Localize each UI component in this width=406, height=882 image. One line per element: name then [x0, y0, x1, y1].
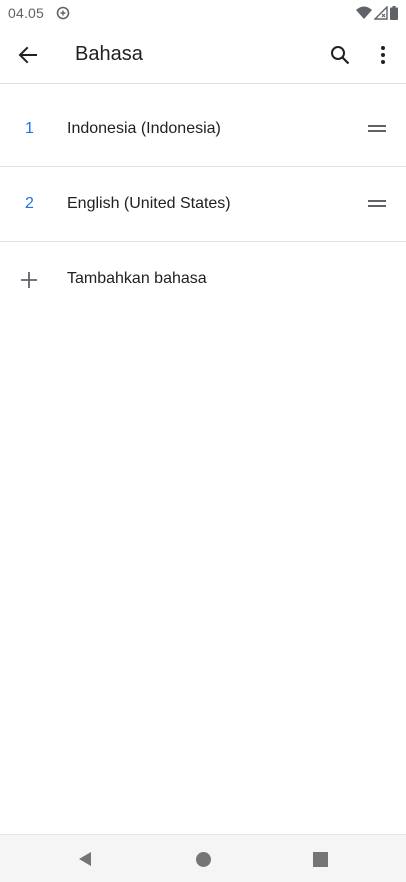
- drag-handle-icon[interactable]: [368, 200, 386, 208]
- status-icons: [356, 5, 398, 21]
- screen: 04.05 Bahasa 1 Indonesia (Indonesia) 2 E…: [0, 0, 406, 882]
- search-button[interactable]: [326, 41, 354, 69]
- add-language-button[interactable]: Tambahkan bahasa: [0, 242, 406, 318]
- data-saver-icon: [56, 6, 70, 20]
- arrow-back-icon: [18, 46, 37, 64]
- language-index: 2: [25, 195, 34, 212]
- language-name: Indonesia (Indonesia): [67, 120, 221, 137]
- more-options-button[interactable]: [369, 41, 397, 69]
- cell-signal-icon: [374, 6, 388, 20]
- language-name: English (United States): [67, 195, 231, 212]
- navigation-bar: [0, 834, 406, 882]
- search-icon: [331, 46, 350, 65]
- language-item[interactable]: 2 English (United States): [0, 167, 406, 242]
- language-item[interactable]: 1 Indonesia (Indonesia): [0, 92, 406, 167]
- battery-icon: [390, 6, 398, 20]
- plus-icon: [21, 272, 37, 288]
- language-list: 1 Indonesia (Indonesia) 2 English (Unite…: [0, 92, 406, 318]
- nav-home-icon[interactable]: [196, 852, 211, 867]
- back-button[interactable]: [14, 41, 42, 69]
- nav-recents-icon[interactable]: [313, 852, 328, 867]
- drag-handle-icon[interactable]: [368, 125, 386, 133]
- language-index: 1: [25, 120, 34, 137]
- status-time: 04.05: [8, 5, 45, 21]
- add-language-label: Tambahkan bahasa: [67, 270, 207, 287]
- nav-back-icon[interactable]: [77, 851, 93, 867]
- page-title: Bahasa: [75, 43, 143, 65]
- app-bar: Bahasa: [0, 26, 406, 84]
- status-bar: 04.05: [0, 0, 406, 26]
- more-vert-icon: [381, 46, 385, 64]
- wifi-icon: [356, 6, 372, 19]
